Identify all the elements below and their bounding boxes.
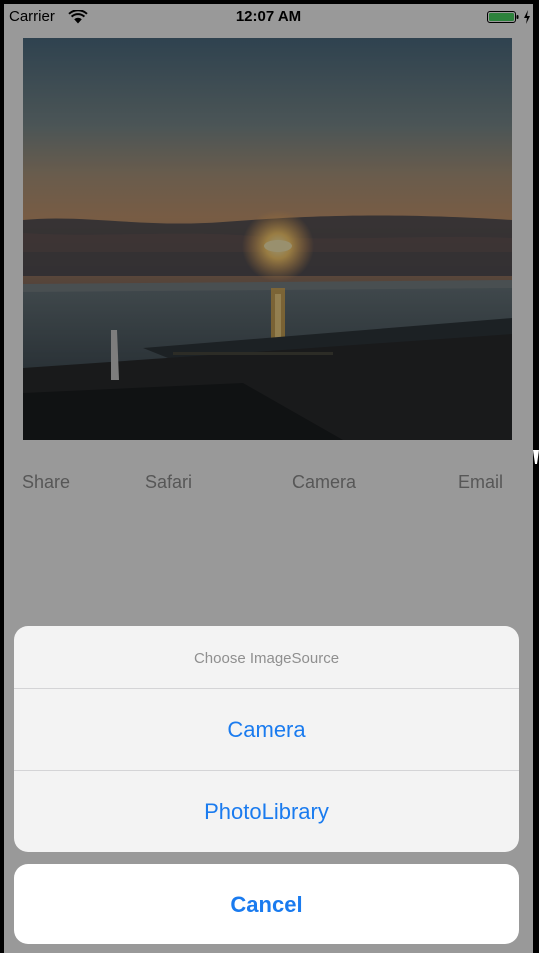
cancel-button[interactable]: Cancel [14,864,519,944]
action-sheet-title: Choose ImageSource [193,650,340,667]
edge-arrow-icon [533,450,539,464]
app-screen: Carrier 12:07 AM Share Safari Camera Ema… [4,4,533,953]
action-sheet: Choose ImageSource Camera PhotoLibrary [14,626,519,852]
cancel-group: Cancel [14,864,519,944]
photo-library-option-button[interactable]: PhotoLibrary [14,771,519,852]
camera-option-button[interactable]: Camera [14,689,519,770]
device-frame: Carrier 12:07 AM Share Safari Camera Ema… [0,0,539,953]
